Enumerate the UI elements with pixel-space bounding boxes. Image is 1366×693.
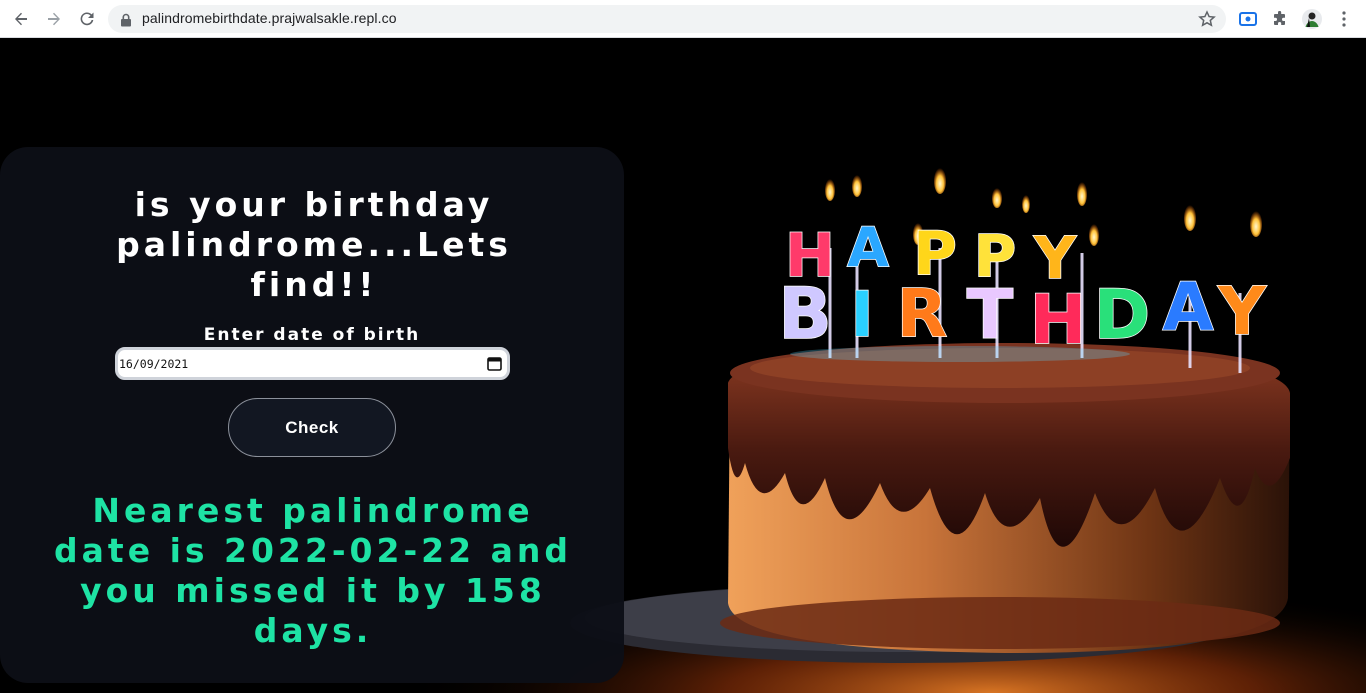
reload-icon[interactable] (75, 7, 99, 31)
kebab-menu-icon[interactable] (1334, 9, 1354, 29)
dob-label: Enter date of birth (203, 325, 421, 345)
candle-letter-b: B (778, 273, 831, 355)
dob-date-input[interactable]: 16/09/2021 (115, 347, 510, 380)
candle-letter-t: T (967, 276, 1014, 355)
forward-arrow-icon[interactable] (42, 7, 66, 31)
address-bar[interactable]: palindromebirthdate.prajwalsakle.repl.co (108, 5, 1226, 33)
star-icon[interactable] (1198, 10, 1216, 32)
avatar[interactable] (1302, 9, 1322, 29)
page-viewport: H A P P Y B I R T H D A Y is your birthd… (0, 38, 1366, 693)
candle-letter-r: R (897, 275, 948, 352)
browser-toolbar: palindromebirthdate.prajwalsakle.repl.co (0, 0, 1366, 38)
candle-letter-i: I (850, 278, 873, 351)
screen-capture-icon[interactable] (1238, 9, 1258, 29)
palindrome-form-card: is your birthday palindrome...Lets find!… (0, 147, 624, 683)
page-title: is your birthday palindrome...Lets find!… (116, 185, 512, 304)
url-text[interactable]: palindromebirthdate.prajwalsakle.repl.co (142, 10, 397, 26)
back-arrow-icon[interactable] (9, 7, 33, 31)
candle-letter-a: A (847, 216, 889, 279)
result-message: Nearest palindrome date is 2022-02-22 an… (54, 491, 572, 650)
candle-letter-a: A (1162, 269, 1213, 346)
puzzle-icon[interactable] (1270, 9, 1290, 29)
dob-date-value[interactable]: 16/09/2021 (119, 357, 188, 371)
candle-letter-y: Y (1217, 273, 1267, 350)
calendar-icon[interactable] (487, 356, 502, 375)
candle-letter-d: D (1094, 276, 1150, 355)
check-button[interactable]: Check (228, 398, 396, 457)
lock-icon[interactable] (120, 12, 132, 31)
